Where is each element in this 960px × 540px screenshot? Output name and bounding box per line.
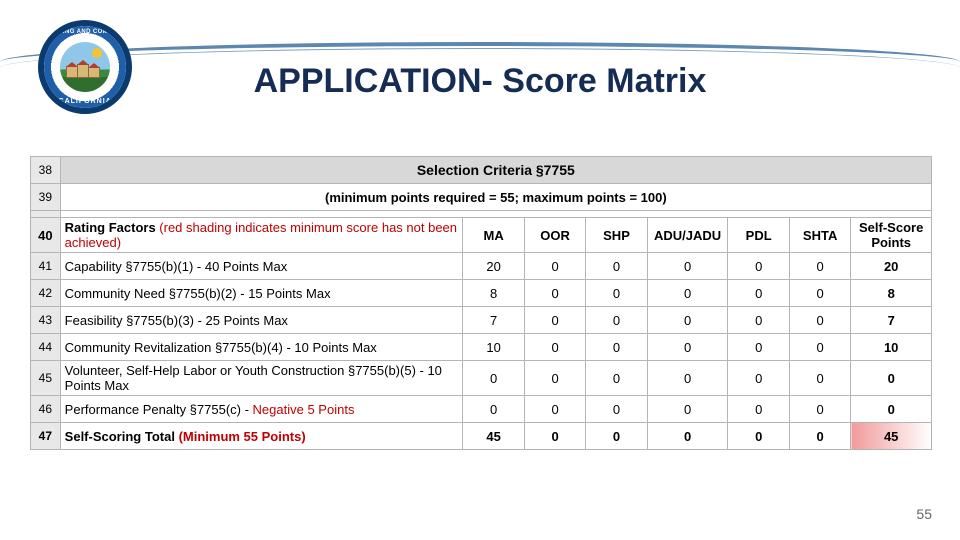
cell: 0 xyxy=(524,307,585,334)
cell: 0 xyxy=(647,334,728,361)
self-score-cell: 0 xyxy=(851,361,932,396)
row-number: 46 xyxy=(31,396,61,423)
table-row: 43 Feasibility §7755(b)(3) - 25 Points M… xyxy=(31,307,932,334)
table-row: 44 Community Revitalization §7755(b)(4) … xyxy=(31,334,932,361)
cell: 0 xyxy=(524,361,585,396)
self-score-cell: 8 xyxy=(851,280,932,307)
row-label: Performance Penalty §7755(c) - Negative … xyxy=(60,396,463,423)
cell: 0 xyxy=(728,253,789,280)
self-score-cell: 0 xyxy=(851,396,932,423)
col-header: ADU/JADU xyxy=(647,218,728,253)
table-row: 39 (minimum points required = 55; maximu… xyxy=(31,184,932,211)
cell: 8 xyxy=(463,280,524,307)
col-header: SHTA xyxy=(789,218,850,253)
cell: 0 xyxy=(789,280,850,307)
cell: 0 xyxy=(789,423,850,450)
cell: 0 xyxy=(586,307,647,334)
col-header: OOR xyxy=(524,218,585,253)
subbanner-cell: (minimum points required = 55; maximum p… xyxy=(60,184,931,211)
cell: 0 xyxy=(524,396,585,423)
self-score-cell: 7 xyxy=(851,307,932,334)
cell: 0 xyxy=(586,396,647,423)
cell: 0 xyxy=(728,280,789,307)
table-row: 45 Volunteer, Self-Help Labor or Youth C… xyxy=(31,361,932,396)
page-number: 55 xyxy=(916,506,932,522)
row-number: 45 xyxy=(31,361,61,396)
cell: 0 xyxy=(728,361,789,396)
table-header-row: 40 Rating Factors (red shading indicates… xyxy=(31,218,932,253)
row-number: 41 xyxy=(31,253,61,280)
cell: 0 xyxy=(524,334,585,361)
cell: 45 xyxy=(463,423,524,450)
slide: HOUSING AND COMMUNITY DEVELOPMENT · CALI… xyxy=(0,0,960,540)
row-label: Community Revitalization §7755(b)(4) - 1… xyxy=(60,334,463,361)
table-row: 42 Community Need §7755(b)(2) - 15 Point… xyxy=(31,280,932,307)
cell: 0 xyxy=(789,361,850,396)
cell: 0 xyxy=(586,423,647,450)
col-header: PDL xyxy=(728,218,789,253)
spacer-row xyxy=(31,211,932,218)
cell: 0 xyxy=(647,280,728,307)
logo-top-text: HOUSING AND COMMUNITY DEVELOPMENT xyxy=(44,29,126,35)
row-number: 44 xyxy=(31,334,61,361)
cell: 20 xyxy=(463,253,524,280)
row-number: 38 xyxy=(31,157,61,184)
row-number: 42 xyxy=(31,280,61,307)
cell: 10 xyxy=(463,334,524,361)
row-number: 39 xyxy=(31,184,61,211)
cell: 0 xyxy=(647,361,728,396)
cell: 0 xyxy=(463,361,524,396)
row-number: 40 xyxy=(31,218,61,253)
cell: 0 xyxy=(463,396,524,423)
cell: 0 xyxy=(647,253,728,280)
cell: 7 xyxy=(463,307,524,334)
row-number: 43 xyxy=(31,307,61,334)
cell: 0 xyxy=(586,253,647,280)
cell: 0 xyxy=(728,396,789,423)
table-row: 46 Performance Penalty §7755(c) - Negati… xyxy=(31,396,932,423)
rating-factors-header: Rating Factors (red shading indicates mi… xyxy=(60,218,463,253)
cell: 0 xyxy=(728,307,789,334)
cell: 0 xyxy=(789,253,850,280)
cell: 0 xyxy=(647,396,728,423)
table-total-row: 47 Self-Scoring Total (Minimum 55 Points… xyxy=(31,423,932,450)
page-title: APPLICATION- Score Matrix xyxy=(0,62,960,101)
row-number: 47 xyxy=(31,423,61,450)
cell: 0 xyxy=(524,280,585,307)
row-label: Feasibility §7755(b)(3) - 25 Points Max xyxy=(60,307,463,334)
cell: 0 xyxy=(728,334,789,361)
score-matrix-table: 38 Selection Criteria §7755 39 (minimum … xyxy=(30,156,932,450)
row-label: Volunteer, Self-Help Labor or Youth Cons… xyxy=(60,361,463,396)
self-score-cell: 10 xyxy=(851,334,932,361)
cell: 0 xyxy=(647,423,728,450)
cell: 0 xyxy=(728,423,789,450)
cell: 0 xyxy=(586,361,647,396)
col-header: SHP xyxy=(586,218,647,253)
cell: 0 xyxy=(789,307,850,334)
row-label: Self-Scoring Total (Minimum 55 Points) xyxy=(60,423,463,450)
table-row: 38 Selection Criteria §7755 xyxy=(31,157,932,184)
cell: 0 xyxy=(524,423,585,450)
self-score-total-cell: 45 xyxy=(851,423,932,450)
cell: 0 xyxy=(524,253,585,280)
col-header: MA xyxy=(463,218,524,253)
cell: 0 xyxy=(789,334,850,361)
row-label: Community Need §7755(b)(2) - 15 Points M… xyxy=(60,280,463,307)
cell: 0 xyxy=(647,307,728,334)
cell: 0 xyxy=(789,396,850,423)
cell: 0 xyxy=(586,334,647,361)
table-row: 41 Capability §7755(b)(1) - 40 Points Ma… xyxy=(31,253,932,280)
self-score-cell: 20 xyxy=(851,253,932,280)
col-header-self-score: Self-Score Points xyxy=(851,218,932,253)
row-label: Capability §7755(b)(1) - 40 Points Max xyxy=(60,253,463,280)
banner-cell: Selection Criteria §7755 xyxy=(60,157,931,184)
cell: 0 xyxy=(586,280,647,307)
